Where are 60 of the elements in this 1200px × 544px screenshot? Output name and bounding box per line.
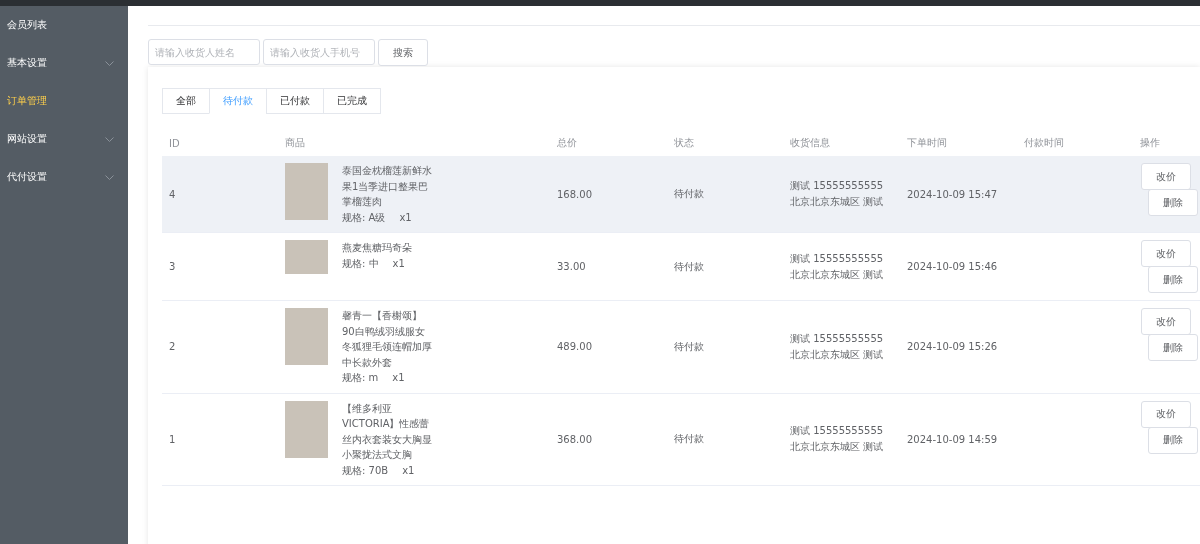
tab[interactable]: 已完成 bbox=[323, 88, 381, 114]
table-cell: 待付款 bbox=[674, 259, 704, 274]
column-header: 操作 bbox=[1139, 136, 1161, 150]
photo-placeholder bbox=[285, 400, 328, 458]
table-cell: 待付款 bbox=[674, 339, 704, 354]
action-button[interactable]: 删除 bbox=[1148, 334, 1198, 361]
action-button[interactable]: 删除 bbox=[1148, 189, 1198, 216]
table-cell-text: 测试 15555555555 北京北京东城区 测试 bbox=[790, 331, 885, 362]
table-cell: 2024-10-09 15:26 bbox=[907, 341, 998, 353]
search-button[interactable]: 搜索 bbox=[378, 39, 428, 66]
column-header: ID bbox=[168, 137, 181, 149]
column-header: 下单时间 bbox=[906, 136, 948, 150]
sidebar-item[interactable]: 订单管理 bbox=[0, 82, 128, 120]
table-cell: 2 bbox=[169, 341, 176, 353]
table-cell: 2024-10-09 14:59 bbox=[907, 433, 998, 445]
product-quantity: x1 bbox=[399, 210, 412, 225]
product-spec: 规格: 70B bbox=[342, 463, 389, 478]
sidebar-item[interactable]: 代付设置 bbox=[0, 158, 128, 196]
table-cell: 368.00 bbox=[557, 433, 592, 445]
action-button[interactable]: 改价 bbox=[1141, 163, 1191, 190]
tab[interactable]: 已付款 bbox=[266, 88, 323, 114]
table-cell: 1 bbox=[169, 433, 176, 445]
table-cell: 2024-10-09 15:47 bbox=[907, 188, 998, 200]
table-cell: 3 bbox=[169, 261, 176, 272]
table-cell: 4 bbox=[169, 188, 176, 200]
sidebar-item[interactable]: 网站设置 bbox=[0, 120, 128, 158]
product-quantity: x1 bbox=[402, 463, 415, 478]
table-cell: 2024-10-09 15:46 bbox=[907, 261, 998, 272]
product-quantity: x1 bbox=[392, 371, 405, 385]
action-button[interactable]: 改价 bbox=[1141, 240, 1191, 267]
table-cell: 待付款 bbox=[674, 432, 704, 447]
table-cell-text: 测试 15555555555 北京北京东城区 测试 bbox=[790, 179, 885, 209]
search-field[interactable]: 请输入收货人手机号 bbox=[263, 39, 375, 65]
table-cell: 489.00 bbox=[557, 341, 592, 353]
column-header: 总价 bbox=[556, 136, 578, 150]
table-cell-text: 测试 15555555555 北京北京东城区 测试 bbox=[790, 251, 885, 282]
sidebar-item[interactable]: 会员列表 bbox=[0, 6, 128, 44]
product-spec: 规格: m bbox=[342, 371, 379, 385]
table-cell: 168.00 bbox=[557, 188, 592, 200]
action-button[interactable]: 改价 bbox=[1141, 308, 1191, 335]
action-button[interactable]: 删除 bbox=[1148, 266, 1198, 293]
product-quantity: x1 bbox=[392, 256, 405, 271]
column-header: 商品 bbox=[284, 136, 306, 150]
product-spec: 规格: 中 bbox=[342, 256, 379, 271]
action-button[interactable]: 删除 bbox=[1148, 426, 1198, 454]
table-cell-text: 测试 15555555555 北京北京东城区 测试 bbox=[790, 424, 885, 455]
product-name: 燕麦焦糖玛奇朵 bbox=[342, 241, 413, 255]
photo-placeholder bbox=[285, 163, 328, 220]
table-cell: 33.00 bbox=[557, 261, 586, 272]
action-button[interactable]: 改价 bbox=[1141, 400, 1191, 428]
column-header: 状态 bbox=[673, 136, 695, 150]
table-cell: 待付款 bbox=[674, 187, 704, 201]
search-field[interactable]: 请输入收货人姓名 bbox=[148, 39, 260, 65]
sidebar-item[interactable]: 基本设置 bbox=[0, 44, 128, 82]
column-header: 付款时间 bbox=[1023, 136, 1065, 150]
photo-placeholder bbox=[285, 308, 328, 365]
photo-placeholder bbox=[285, 240, 328, 274]
column-header: 收货信息 bbox=[789, 136, 831, 150]
tab[interactable]: 全部 bbox=[162, 88, 209, 114]
product-spec: 规格: A级 bbox=[342, 210, 386, 225]
